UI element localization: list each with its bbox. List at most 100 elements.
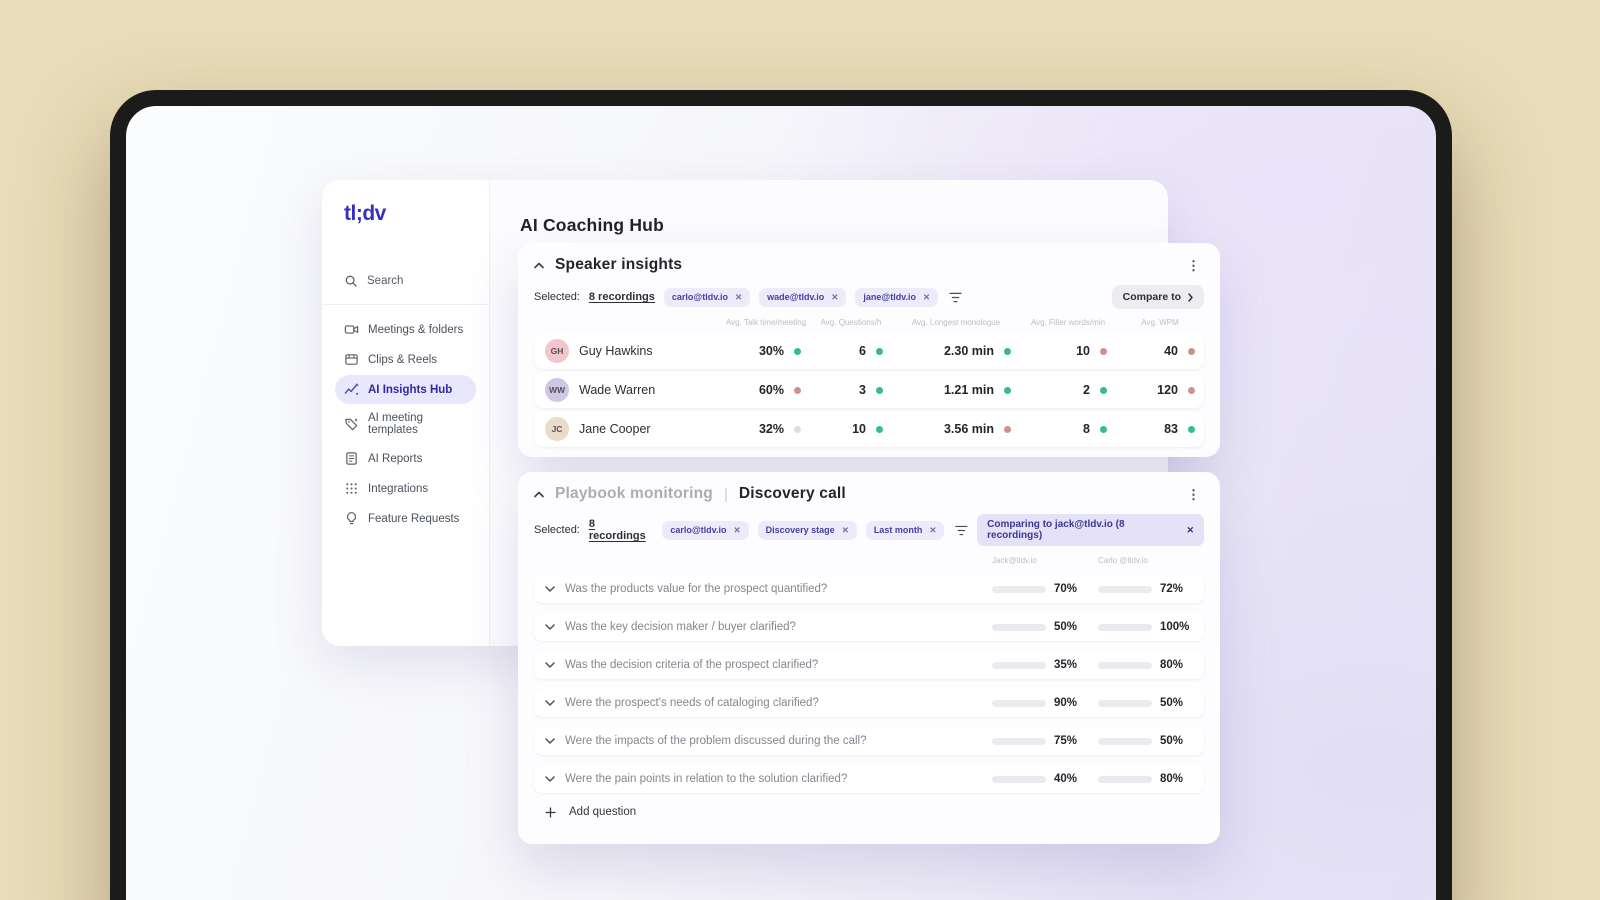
- sidebar-item-label: AI meeting templates: [368, 412, 423, 436]
- sidebar-divider: [322, 304, 489, 305]
- left-score: 75%: [992, 735, 1098, 747]
- right-percent: 50%: [1160, 735, 1184, 747]
- right-percent: 100%: [1160, 621, 1190, 633]
- column-header: Avg. Longest monologue: [911, 318, 1001, 327]
- sidebar-item-label: Meetings & folders: [368, 323, 464, 336]
- question-row[interactable]: Was the decision criteria of the prospec…: [534, 651, 1204, 679]
- questions-value: 3: [859, 383, 866, 397]
- left-score: 40%: [992, 773, 1098, 785]
- selected-recordings-link[interactable]: 8 recordings: [589, 518, 654, 542]
- status-dot: [1187, 425, 1195, 433]
- wpm-value: 120: [1157, 383, 1178, 397]
- column-header: Carlo @tldv.io: [1098, 556, 1148, 565]
- table-row[interactable]: JC Jane Cooper 32% 10 3.56 min 8 83: [534, 411, 1204, 447]
- speaker-filter-row: Selected: 8 recordings carlo@tldv.io ✕ w…: [534, 285, 1204, 309]
- status-dot: [1187, 347, 1195, 355]
- progress-bar: [992, 737, 1046, 745]
- close-icon[interactable]: ✕: [923, 292, 930, 303]
- sidebar-item[interactable]: AI Insights Hub: [335, 375, 476, 404]
- speaker-name: Jane Cooper: [579, 422, 651, 436]
- sidebar-item-icon: [344, 481, 359, 496]
- progress-bar: [1098, 661, 1152, 669]
- playbook-columns: Jack@tldv.io Carlo @tldv.io: [534, 556, 1204, 565]
- speaker-chips: carlo@tldv.io ✕ wade@tldv.io ✕ jane@tldv…: [663, 287, 939, 307]
- filter-chip[interactable]: carlo@tldv.io ✕: [663, 287, 751, 307]
- comparing-chip[interactable]: Comparing to jack@tldv.io (8 recordings)…: [977, 514, 1204, 546]
- close-icon[interactable]: ✕: [1186, 525, 1194, 536]
- sidebar-item-icon: [344, 511, 359, 526]
- selected-recordings-link[interactable]: 8 recordings: [589, 291, 655, 303]
- status-dot: [875, 347, 883, 355]
- question-row[interactable]: Were the impacts of the problem discusse…: [534, 727, 1204, 755]
- chevron-down-icon[interactable]: [545, 776, 555, 782]
- table-row[interactable]: GH Guy Hawkins 30% 6 2.30 min 10 40: [534, 333, 1204, 369]
- right-percent: 80%: [1160, 659, 1184, 671]
- filter-chip[interactable]: wade@tldv.io ✕: [759, 287, 847, 307]
- plus-icon: [545, 806, 556, 818]
- speaker-insights-header: Speaker insights ⋮: [534, 256, 1204, 274]
- filter-chip[interactable]: carlo@tldv.io ✕: [662, 520, 749, 540]
- sidebar-item-icon: [344, 382, 359, 397]
- question-row[interactable]: Were the prospect's needs of cataloging …: [534, 689, 1204, 717]
- filter-icon[interactable]: [955, 525, 968, 536]
- close-icon[interactable]: ✕: [735, 292, 742, 303]
- filter-chip[interactable]: jane@tldv.io ✕: [855, 287, 939, 307]
- close-icon[interactable]: ✕: [734, 525, 741, 536]
- questions-value: 6: [859, 344, 866, 358]
- wpm-value: 40: [1164, 344, 1178, 358]
- filter-chip-label: jane@tldv.io: [863, 292, 917, 302]
- question-row[interactable]: Was the products value for the prospect …: [534, 575, 1204, 603]
- sidebar-item[interactable]: Integrations: [335, 474, 476, 503]
- add-question-button[interactable]: Add question: [534, 806, 1204, 818]
- selected-label: Selected:: [534, 524, 580, 536]
- question-row[interactable]: Was the key decision maker / buyer clari…: [534, 613, 1204, 641]
- speaker-insights-panel: Speaker insights ⋮ Selected: 8 recording…: [518, 243, 1220, 457]
- sidebar-item-label: Feature Requests: [368, 512, 460, 525]
- right-score: 50%: [1098, 735, 1204, 747]
- question-text: Was the products value for the prospect …: [565, 583, 828, 595]
- progress-bar: [1098, 737, 1152, 745]
- chevron-down-icon[interactable]: [545, 624, 555, 630]
- status-dot: [1187, 386, 1195, 394]
- search-button[interactable]: Search: [335, 268, 476, 294]
- filter-chip[interactable]: Last month ✕: [865, 520, 945, 540]
- chevron-up-icon[interactable]: [534, 262, 544, 269]
- chevron-down-icon[interactable]: [545, 586, 555, 592]
- sidebar-item[interactable]: Feature Requests: [335, 504, 476, 533]
- filter-icon[interactable]: [949, 292, 962, 303]
- comparing-chip-label: Comparing to jack@tldv.io (8 recordings): [987, 519, 1125, 541]
- left-score: 70%: [992, 583, 1098, 595]
- search-icon: [344, 274, 358, 288]
- close-icon[interactable]: ✕: [929, 525, 936, 536]
- filter-chip[interactable]: Discovery stage ✕: [757, 520, 857, 540]
- right-score: 72%: [1098, 583, 1204, 595]
- panel-title: Speaker insights: [555, 256, 683, 273]
- question-row[interactable]: Were the pain points in relation to the …: [534, 765, 1204, 793]
- close-icon[interactable]: ✕: [842, 525, 849, 536]
- filter-chip-label: Discovery stage: [765, 525, 835, 535]
- chevron-down-icon[interactable]: [545, 738, 555, 744]
- close-icon[interactable]: ✕: [831, 292, 838, 303]
- questions-value: 10: [852, 422, 866, 436]
- kebab-menu-icon[interactable]: ⋮: [1183, 257, 1204, 274]
- sidebar-item-label: Integrations: [368, 482, 429, 495]
- kebab-menu-icon[interactable]: ⋮: [1183, 486, 1204, 503]
- sidebar-item-icon: [344, 352, 359, 367]
- sidebar-item[interactable]: Clips & Reels: [335, 345, 476, 374]
- progress-bar: [992, 623, 1046, 631]
- chevron-down-icon[interactable]: [545, 700, 555, 706]
- sidebar-item[interactable]: Meetings & folders: [335, 315, 476, 344]
- table-row[interactable]: WW Wade Warren 60% 3 1.21 min 2 120: [534, 372, 1204, 408]
- sidebar-item[interactable]: AI meeting templates: [335, 405, 476, 443]
- compare-to-label: Compare to: [1122, 291, 1181, 303]
- chevron-up-icon[interactable]: [534, 491, 544, 498]
- compare-to-button[interactable]: Compare to: [1111, 285, 1204, 309]
- left-score: 50%: [992, 621, 1098, 633]
- sidebar-item[interactable]: AI Reports: [335, 444, 476, 473]
- playbook-chips: carlo@tldv.io ✕ Discovery stage ✕ Last m…: [662, 520, 945, 540]
- filter-chip-label: carlo@tldv.io: [670, 525, 727, 535]
- sidebar-item-icon: [344, 322, 359, 337]
- left-percent: 75%: [1054, 735, 1078, 747]
- chevron-down-icon[interactable]: [545, 662, 555, 668]
- status-dot: [793, 347, 801, 355]
